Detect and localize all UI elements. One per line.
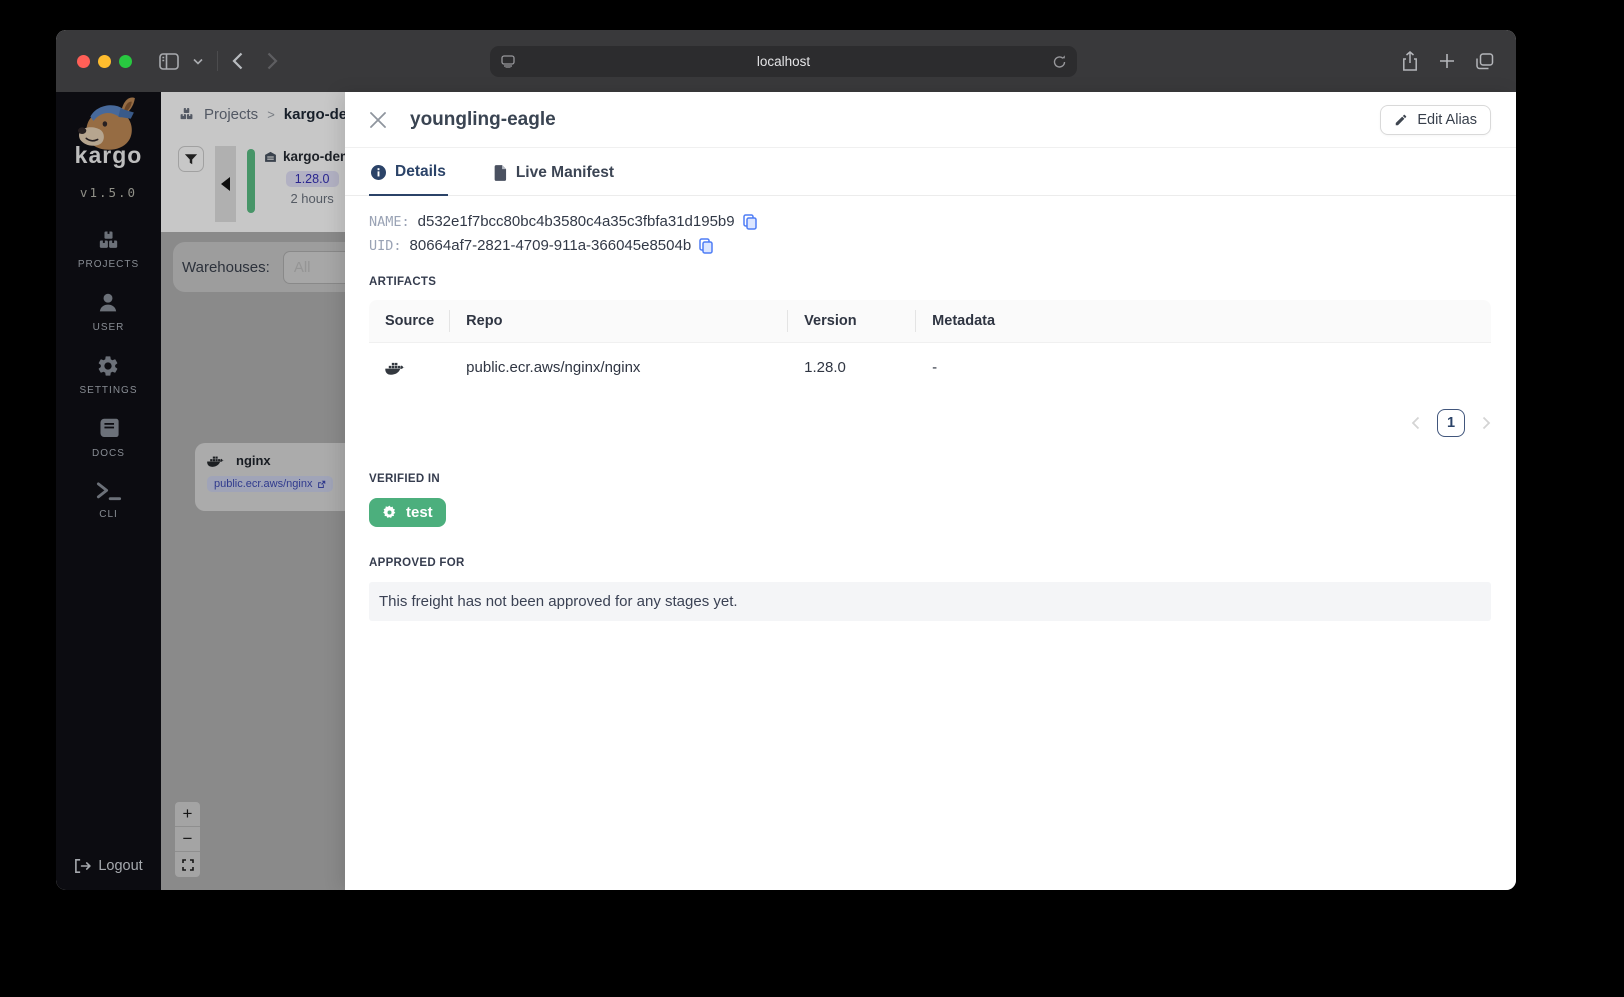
freight-name-value: d532e1f7bcc80bc4b3580c4a35c3fbfa31d195b9 <box>417 213 735 230</box>
close-window-button[interactable] <box>77 54 90 68</box>
next-page-icon[interactable] <box>1482 416 1491 430</box>
tab-overview-icon[interactable] <box>1476 52 1494 70</box>
approved-empty-message: This freight has not been approved for a… <box>369 582 1491 621</box>
reload-icon[interactable] <box>1053 54 1066 69</box>
column-version: Version <box>788 300 917 343</box>
name-label: NAME: <box>369 213 410 230</box>
freight-uid-value: 80664af7-2821-4709-911a-366045e8504b <box>409 237 692 254</box>
chrome-divider <box>217 51 218 71</box>
forward-button[interactable] <box>267 52 278 70</box>
new-tab-icon[interactable] <box>1439 53 1455 69</box>
cell-repo: public.ecr.aws/nginx/nginx <box>466 359 641 376</box>
pencil-icon <box>1394 113 1408 127</box>
back-button[interactable] <box>232 52 243 70</box>
copy-icon[interactable] <box>742 213 757 230</box>
share-icon[interactable] <box>1402 51 1418 71</box>
copy-icon[interactable] <box>699 237 713 254</box>
browser-chrome: localhost <box>56 30 1516 92</box>
tab-live-manifest[interactable]: Live Manifest <box>492 148 616 195</box>
table-row: public.ecr.aws/nginx/nginx 1.28.0 - <box>369 343 1491 392</box>
freight-details-drawer: youngling-eagle Edit Alias Details Live … <box>345 92 1516 890</box>
artifacts-heading: ARTIFACTS <box>369 276 437 288</box>
website-settings-icon[interactable] <box>501 55 515 68</box>
freight-uid-row: UID: 80664af7-2821-4709-911a-366045e8504… <box>369 237 1491 254</box>
freight-alias-title: youngling-eagle <box>410 108 556 130</box>
freight-name-row: NAME: d532e1f7bcc80bc4b3580c4a35c3fbfa31… <box>369 213 1491 230</box>
browser-window: localhost kargo v1.5.0 PROJECTS USER SET… <box>56 30 1516 890</box>
minimize-window-button[interactable] <box>98 54 111 68</box>
traffic-lights <box>56 54 132 68</box>
sidebar-toggle-icon[interactable] <box>159 52 179 70</box>
artifacts-table: Source Repo Version Metadata public.ecr.… <box>369 300 1491 392</box>
column-source: Source <box>369 300 451 343</box>
edit-alias-button[interactable]: Edit Alias <box>1380 104 1491 135</box>
cell-metadata: - <box>932 359 938 376</box>
column-repo: Repo <box>450 300 789 343</box>
url-text: localhost <box>756 54 811 69</box>
certificate-seal-icon <box>382 505 397 520</box>
page-number-button[interactable]: 1 <box>1437 409 1465 437</box>
prev-page-icon[interactable] <box>1411 416 1420 430</box>
close-icon[interactable] <box>369 111 387 129</box>
zoom-window-button[interactable] <box>119 54 132 68</box>
info-circle-icon <box>371 164 386 180</box>
approved-for-heading: APPROVED FOR <box>369 557 465 569</box>
pagination: 1 <box>369 409 1491 437</box>
docker-icon <box>385 360 434 376</box>
file-icon <box>494 164 507 181</box>
verified-stage-badge[interactable]: test <box>369 498 446 527</box>
tab-details[interactable]: Details <box>369 148 448 196</box>
address-bar[interactable]: localhost <box>490 46 1077 77</box>
column-metadata: Metadata <box>916 300 1491 343</box>
chevron-down-icon[interactable] <box>193 58 203 65</box>
cell-version: 1.28.0 <box>804 359 846 376</box>
uid-label: UID: <box>369 237 402 254</box>
verified-in-heading: VERIFIED IN <box>369 473 441 485</box>
drawer-tabs: Details Live Manifest <box>345 148 1516 196</box>
